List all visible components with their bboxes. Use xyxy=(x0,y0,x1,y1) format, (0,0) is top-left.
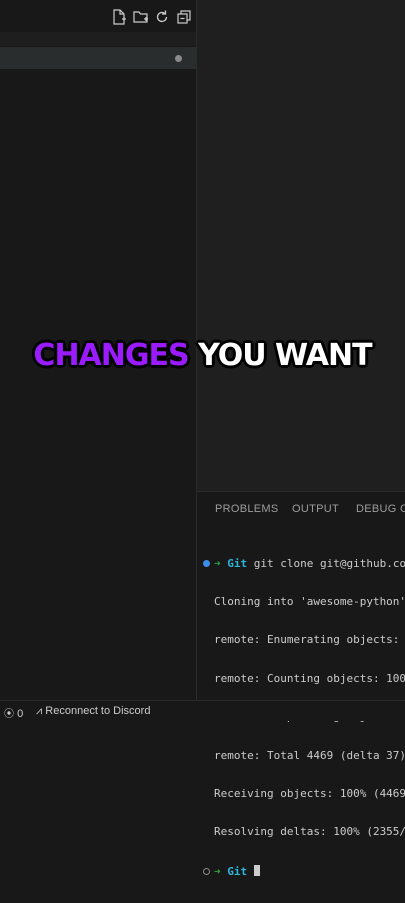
editor-area xyxy=(197,0,405,491)
prompt-arrow: ➜ xyxy=(214,864,221,878)
terminal-line: Receiving objects: 100% (4469/ xyxy=(214,786,405,800)
prompt-dir: Git xyxy=(227,864,248,878)
modified-dot-icon xyxy=(175,55,182,62)
pulse-icon: ⩘ xyxy=(36,705,43,717)
refresh-icon[interactable] xyxy=(154,9,170,25)
prompt-status-dot-icon[interactable] xyxy=(203,868,210,876)
collapse-all-icon[interactable] xyxy=(176,9,192,25)
terminal-command: git clone git@github.com:vinta/awesome-p… xyxy=(253,556,405,570)
new-file-icon[interactable] xyxy=(112,9,128,25)
command-status-dot-icon[interactable] xyxy=(203,560,210,568)
caption-rest: YOU WANT xyxy=(198,338,372,373)
terminal-line: remote: Enumerating objects: 4469, done. xyxy=(214,633,400,647)
discord-status[interactable]: ⩘ Reconnect to Discord xyxy=(36,705,150,718)
prompt-arrow: ➜ xyxy=(214,556,221,570)
tab-output[interactable]: OUTPUT xyxy=(292,503,339,515)
ports-count: 0 xyxy=(17,708,24,720)
ports-status[interactable]: ⦿ 0 xyxy=(4,705,23,720)
explorer-file-row[interactable] xyxy=(0,47,196,69)
status-bar: ⦿ 0 ⩘ Reconnect to Discord xyxy=(0,700,405,721)
video-caption: CHANGES YOU WANT xyxy=(0,338,405,373)
terminal-cursor xyxy=(253,864,260,876)
new-folder-icon[interactable] xyxy=(133,9,149,25)
tab-problems[interactable]: PROBLEMS xyxy=(215,503,279,515)
discord-label: Reconnect to Discord xyxy=(45,705,151,717)
terminal-line: remote: Counting objects: 100% ( xyxy=(214,671,405,685)
terminal-line: Cloning into 'awesome-python'... xyxy=(214,594,405,608)
prompt-dir: Git xyxy=(227,556,248,570)
explorer-toolbar xyxy=(0,0,196,32)
terminal-prompt-line: ➜ Git xyxy=(203,864,405,878)
terminal-line: Resolving deltas: 100% (2355/2 xyxy=(214,825,405,839)
terminal-line: remote: Total 4469 (delta 37), xyxy=(214,748,405,762)
broadcast-icon: ⦿ xyxy=(4,709,14,720)
explorer-section-header[interactable] xyxy=(0,32,196,46)
bottom-panel: PROBLEMS OUTPUT DEBUG CONSOLE ➜ Git git … xyxy=(197,491,405,878)
caption-highlight: CHANGES xyxy=(33,338,189,373)
terminal-command-line: ➜ Git git clone git@github.com:vinta/awe… xyxy=(203,556,405,571)
panel-tabs: PROBLEMS OUTPUT DEBUG CONSOLE xyxy=(197,492,405,524)
tab-debug-console[interactable]: DEBUG CONSOLE xyxy=(356,503,405,515)
